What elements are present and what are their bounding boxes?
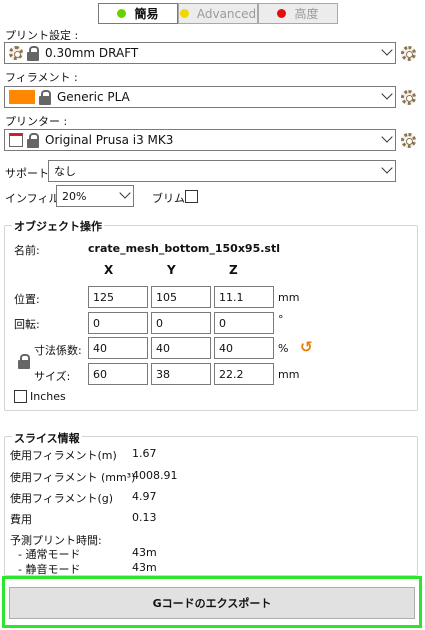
filament-value: Generic PLA bbox=[57, 90, 130, 104]
position-label: 位置: bbox=[14, 293, 40, 306]
print-settings-icon bbox=[9, 46, 23, 60]
filament-m-value: 1.67 bbox=[132, 447, 157, 460]
silent-mode-value: 43m bbox=[132, 561, 157, 574]
brim-label: ブリム: bbox=[152, 192, 189, 205]
print-settings-value: 0.30mm DRAFT bbox=[45, 46, 139, 60]
axis-y-label: Y bbox=[167, 263, 176, 277]
filament-mm3-label: 使用フィラメント (mm³) bbox=[10, 471, 136, 484]
support-value: なし bbox=[54, 165, 76, 178]
export-highlight: Gコードのエクスポート bbox=[2, 576, 422, 628]
infill-combo[interactable]: 20% bbox=[56, 185, 134, 207]
yellow-dot-icon bbox=[179, 9, 189, 18]
axis-x-label: X bbox=[104, 263, 114, 277]
normal-mode-label: - 通常モード bbox=[18, 548, 81, 561]
rotation-unit: ° bbox=[278, 313, 284, 326]
scale-lock-icon[interactable] bbox=[18, 354, 30, 369]
scale-y-field[interactable]: 40 bbox=[151, 337, 211, 359]
filament-g-value: 4.97 bbox=[132, 490, 157, 503]
reset-scale-icon[interactable]: ↺ bbox=[300, 338, 313, 356]
filament-gear-icon[interactable] bbox=[401, 90, 416, 105]
normal-mode-value: 43m bbox=[132, 546, 157, 559]
cost-value: 0.13 bbox=[132, 511, 157, 524]
filament-mm3-value: 4008.91 bbox=[132, 469, 178, 482]
mode-advanced-button[interactable]: Advanced bbox=[178, 3, 258, 24]
mode-expert-button[interactable]: 高度 bbox=[258, 3, 338, 24]
axis-z-label: Z bbox=[229, 263, 238, 277]
mode-expert-label: 高度 bbox=[294, 7, 319, 21]
position-x-field[interactable]: 125 bbox=[88, 286, 148, 308]
rotation-z-field[interactable]: 0 bbox=[214, 312, 274, 334]
rotation-label: 回転: bbox=[14, 318, 40, 331]
object-name-value: crate_mesh_bottom_150x95.stl bbox=[88, 242, 280, 255]
object-name-label: 名前: bbox=[14, 244, 40, 257]
lock-icon bbox=[27, 132, 39, 148]
mode-simple-label: 簡易 bbox=[134, 7, 159, 21]
silent-mode-label: - 静音モード bbox=[18, 563, 81, 576]
printer-value: Original Prusa i3 MK3 bbox=[45, 133, 174, 147]
size-label: サイズ: bbox=[34, 370, 71, 383]
print-settings-label: プリント設定 : bbox=[5, 29, 79, 42]
scale-label: 寸法係数: bbox=[34, 344, 82, 357]
object-operations-title: オブジェクト操作 bbox=[12, 218, 104, 234]
inches-checkbox[interactable] bbox=[14, 390, 27, 403]
rotation-x-field[interactable]: 0 bbox=[88, 312, 148, 334]
cost-label: 費用 bbox=[10, 513, 32, 526]
lock-icon bbox=[39, 89, 51, 105]
brim-checkbox[interactable] bbox=[185, 190, 198, 203]
position-z-field[interactable]: 11.1 bbox=[214, 286, 274, 308]
filament-color-swatch bbox=[9, 90, 35, 104]
size-z-field[interactable]: 22.2 bbox=[214, 363, 274, 385]
position-y-field[interactable]: 105 bbox=[151, 286, 211, 308]
slice-info-title: スライス情報 bbox=[12, 430, 82, 446]
support-label: サポート: bbox=[5, 167, 53, 180]
printer-label: プリンター : bbox=[5, 115, 68, 128]
size-unit: mm bbox=[278, 368, 300, 381]
infill-value: 20% bbox=[62, 189, 87, 203]
scale-z-field[interactable]: 40 bbox=[214, 337, 274, 359]
printer-icon bbox=[9, 133, 23, 147]
lock-icon bbox=[27, 45, 39, 61]
chevron-down-icon bbox=[381, 88, 393, 100]
chevron-down-icon bbox=[119, 187, 131, 199]
filament-g-label: 使用フィラメント(g) bbox=[10, 492, 114, 505]
filament-label: フィラメント : bbox=[5, 71, 78, 84]
print-settings-gear-icon[interactable] bbox=[401, 46, 416, 61]
scale-unit: % bbox=[278, 342, 289, 355]
chevron-down-icon bbox=[381, 44, 393, 56]
mode-simple-button[interactable]: 簡易 bbox=[98, 3, 178, 24]
size-y-field[interactable]: 38 bbox=[151, 363, 211, 385]
size-x-field[interactable]: 60 bbox=[88, 363, 148, 385]
chevron-down-icon bbox=[381, 162, 393, 174]
printer-gear-icon[interactable] bbox=[401, 133, 416, 148]
rotation-y-field[interactable]: 0 bbox=[151, 312, 211, 334]
export-gcode-button[interactable]: Gコードのエクスポート bbox=[9, 587, 415, 619]
red-dot-icon bbox=[277, 9, 287, 18]
filament-m-label: 使用フィラメント(m) bbox=[10, 449, 117, 462]
mode-advanced-label: Advanced bbox=[196, 6, 257, 21]
filament-combo[interactable]: Generic PLA bbox=[4, 86, 396, 108]
inches-label: Inches bbox=[30, 390, 66, 403]
print-settings-combo[interactable]: 0.30mm DRAFT bbox=[4, 42, 396, 64]
support-combo[interactable]: なし bbox=[48, 160, 396, 182]
chevron-down-icon bbox=[381, 131, 393, 143]
infill-label: インフィル: bbox=[5, 192, 64, 205]
green-dot-icon bbox=[117, 9, 127, 18]
position-unit: mm bbox=[278, 291, 300, 304]
scale-x-field[interactable]: 40 bbox=[88, 337, 148, 359]
printer-combo[interactable]: Original Prusa i3 MK3 bbox=[4, 129, 396, 151]
